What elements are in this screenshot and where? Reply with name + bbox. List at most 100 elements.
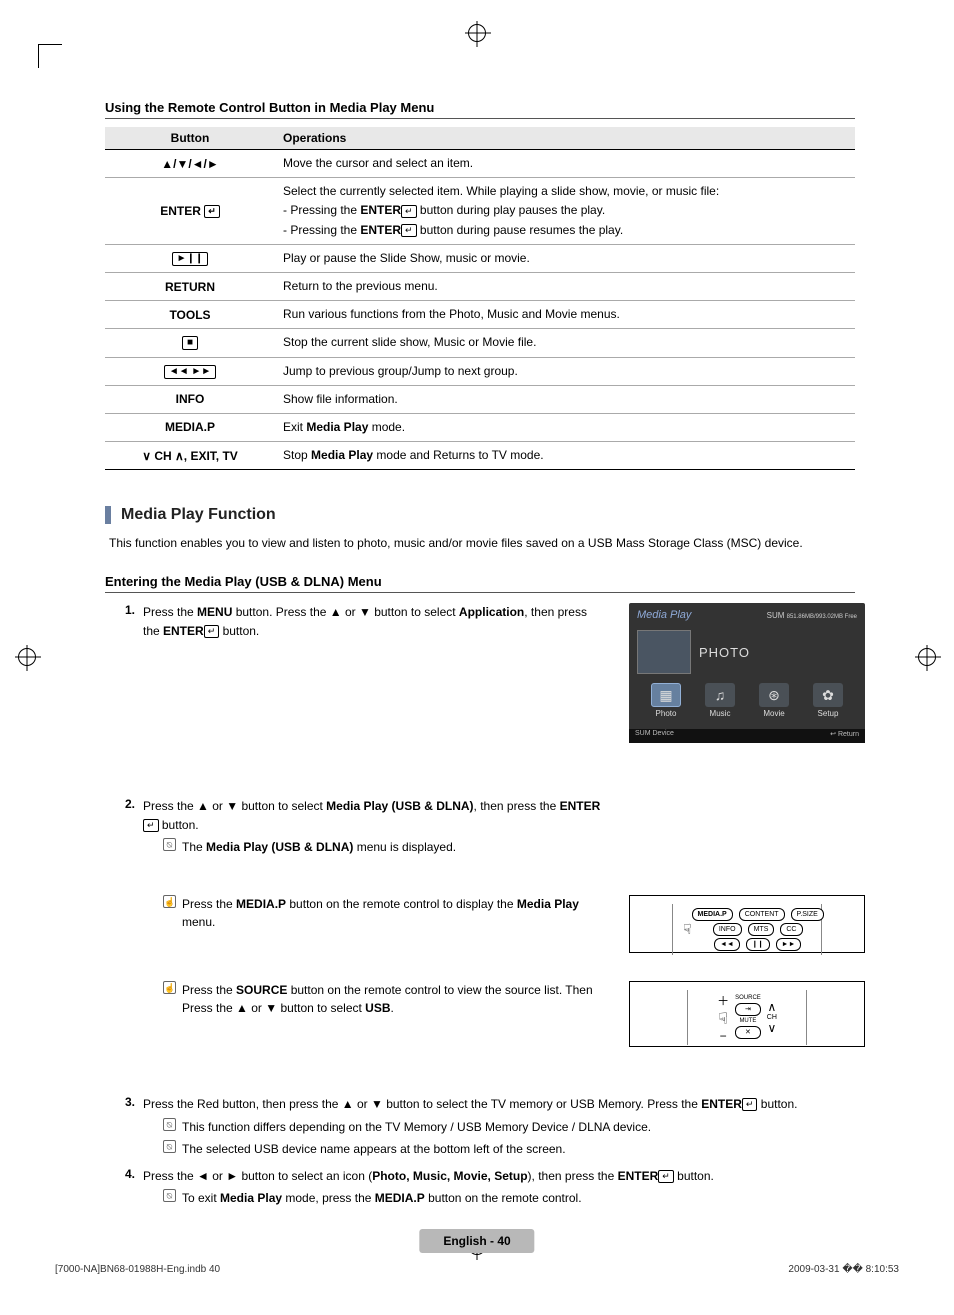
- registration-mark-left: [18, 648, 36, 666]
- remote-mute-btn: ✕: [735, 1026, 761, 1039]
- s2f2: , then press the: [474, 799, 560, 813]
- page-content: Using the Remote Control Button in Media…: [105, 100, 855, 1252]
- registration-mark-top: [468, 24, 486, 42]
- s4-note: To exit Media Play mode, press the MEDIA…: [182, 1189, 855, 1208]
- s3f1: Press the Red button, then press the ▲ o…: [143, 1097, 701, 1111]
- remote-btn-ff: ►►: [776, 938, 802, 951]
- remote-source-label: SOURCE: [735, 995, 761, 1001]
- s4b2: ENTER: [618, 1169, 659, 1183]
- hand-icon: ☟: [683, 921, 692, 938]
- table-operation-cell: Play or pause the Slide Show, music or m…: [275, 244, 855, 272]
- table-button-cell: RETURN: [105, 272, 275, 300]
- tip-icon: ☝: [163, 981, 176, 994]
- s2-note: The Media Play (USB & DLNA) menu is disp…: [182, 838, 605, 857]
- footer-filename: [7000-NA]BN68-01988H-Eng.indb 40: [55, 1264, 220, 1275]
- note-icon: ⍉: [163, 1140, 176, 1153]
- table-button-cell: ENTER ↵: [105, 178, 275, 245]
- table-button-cell: TOOLS: [105, 301, 275, 329]
- table-operation-cell: Stop Media Play mode and Returns to TV m…: [275, 442, 855, 470]
- remote-btn-info: INFO: [713, 923, 742, 936]
- table-operation-cell: Stop the current slide show, Music or Mo…: [275, 329, 855, 357]
- step1-application: Application: [459, 605, 524, 619]
- s3-note2: The selected USB device name appears at …: [182, 1140, 855, 1159]
- s4f2: ), then press the: [528, 1169, 618, 1183]
- tv-footer-right: ↩ Return: [830, 730, 859, 742]
- s4f3: button.: [674, 1169, 714, 1183]
- section-title-text: Media Play Function: [121, 506, 276, 524]
- table-header-operations: Operations: [275, 127, 855, 150]
- page-number-badge: English - 40: [419, 1229, 534, 1253]
- table-operation-cell: Show file information.: [275, 385, 855, 413]
- s4f1: Press the ◄ or ► button to select an ico…: [143, 1169, 372, 1183]
- intro-paragraph: This function enables you to view and li…: [109, 536, 855, 550]
- enter-icon: ↵: [143, 819, 159, 832]
- table-button-cell: ■: [105, 329, 275, 357]
- remote-btn-psize: P.SIZE: [791, 908, 824, 921]
- remote-btn-pause: ❙❙: [746, 938, 770, 951]
- step1-frag2: button. Press the ▲ or ▼ button to selec…: [232, 605, 459, 619]
- enter-icon: ↵: [204, 205, 220, 218]
- s2b2: ENTER: [560, 799, 601, 813]
- tv-sum-indicator: SUM 851.86MB/993.02MB Free: [767, 611, 857, 620]
- subsection-heading: Entering the Media Play (USB & DLNA) Men…: [105, 574, 855, 593]
- tv-photo-label-big: PHOTO: [699, 645, 750, 660]
- table-operation-cell: Return to the previous menu.: [275, 272, 855, 300]
- step1-menu: MENU: [197, 605, 232, 619]
- tv-icon-photo: ▦Photo: [644, 683, 688, 718]
- footer-timestamp: 2009-03-31 �� 8:10:53: [788, 1264, 899, 1275]
- s2b1: Media Play (USB & DLNA): [326, 799, 473, 813]
- s2f3: button.: [159, 818, 199, 832]
- button-operations-table: Button Operations ▲/▼/◄/►Move the cursor…: [105, 127, 855, 470]
- note-icon: ⍉: [163, 1118, 176, 1131]
- step-4-text: Press the ◄ or ► button to select an ico…: [143, 1167, 855, 1208]
- steps-container: 1. Press the MENU button. Press the ▲ or…: [125, 603, 855, 1208]
- table-operation-cell: Select the currently selected item. Whil…: [275, 178, 855, 245]
- table-button-cell: ▲/▼/◄/►: [105, 150, 275, 178]
- tv-icon-movie: ⊛Movie: [752, 683, 796, 718]
- remote-mute-label: MUTE: [735, 1018, 761, 1024]
- step-number-4: 4.: [125, 1167, 143, 1208]
- step1-frag: Press the: [143, 605, 197, 619]
- remote-btn-mediap: MEDIA.P: [692, 908, 733, 921]
- note-icon: ⍉: [163, 1189, 176, 1202]
- table-operation-cell: Run various functions from the Photo, Mu…: [275, 301, 855, 329]
- step-number-3: 3.: [125, 1095, 143, 1159]
- table-button-cell: MEDIA.P: [105, 413, 275, 441]
- s2f1: Press the ▲ or ▼ button to select: [143, 799, 326, 813]
- enter-icon: ↵: [658, 1170, 674, 1183]
- tv-photo-thumb: [637, 630, 691, 674]
- table-button-cell: INFO: [105, 385, 275, 413]
- step-number-2: 2.: [125, 797, 143, 857]
- s3b1: ENTER: [701, 1097, 742, 1111]
- table-operation-cell: Move the cursor and select an item.: [275, 150, 855, 178]
- remote-btn-rew: ◄◄: [714, 938, 740, 951]
- s4b1: Photo, Music, Movie, Setup: [372, 1169, 527, 1183]
- step-2-text: Press the ▲ or ▼ button to select Media …: [143, 797, 855, 857]
- table-button-cell: ►❙❙: [105, 244, 275, 272]
- step-number-1: 1.: [125, 603, 143, 640]
- s3-note1: This function differs depending on the T…: [182, 1118, 855, 1137]
- hand-icon: ☟: [718, 1011, 728, 1028]
- table-operation-cell: Exit Media Play mode.: [275, 413, 855, 441]
- remote-btn-cc: CC: [780, 923, 802, 936]
- step1-enter: ENTER: [163, 624, 204, 638]
- section-bar-icon: [105, 506, 111, 524]
- enter-icon: ↵: [742, 1098, 758, 1111]
- tv-icon-music: ♫Music: [698, 683, 742, 718]
- remote-source-btn: ⇥: [735, 1003, 761, 1016]
- tv-screenshot: Media Play SUM 851.86MB/993.02MB Free PH…: [629, 603, 865, 743]
- note-icon: ⍉: [163, 838, 176, 851]
- section-header-remote: Using the Remote Control Button in Media…: [105, 100, 855, 119]
- step1-frag4: button.: [219, 624, 259, 638]
- remote-btn-content: CONTENT: [739, 908, 785, 921]
- remote-graphic-media: ☟ MEDIA.P CONTENT P.SIZE INFO MTS CC ◄◄ ❙❙ ►►: [629, 895, 865, 953]
- s3f2: button.: [757, 1097, 797, 1111]
- tv-icon-setup: ✿Setup: [806, 683, 850, 718]
- table-button-cell: ◄◄ ►►: [105, 357, 275, 385]
- table-header-button: Button: [105, 127, 275, 150]
- enter-icon: ↵: [204, 625, 220, 638]
- remote-btn-mts: MTS: [748, 923, 775, 936]
- footer-metadata: [7000-NA]BN68-01988H-Eng.indb 40 2009-03…: [55, 1264, 899, 1275]
- table-button-cell: ∨ CH ∧, EXIT, TV: [105, 442, 275, 470]
- remote-ch-label: CH: [767, 1014, 777, 1021]
